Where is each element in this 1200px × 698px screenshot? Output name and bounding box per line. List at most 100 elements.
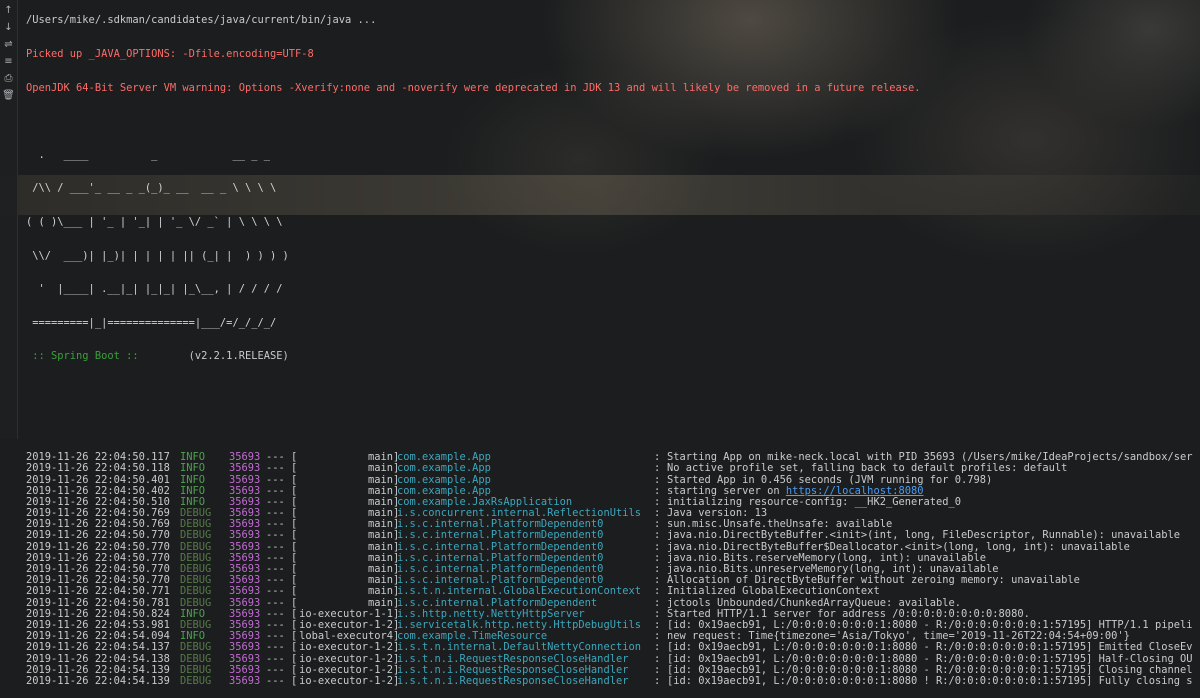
log-logger: i.s.c.internal.PlatformDependent <box>397 596 598 609</box>
log-timestamp: 2019-11-26 22:04:53.981 <box>26 618 170 631</box>
log-level: DEBUG <box>180 551 212 564</box>
log-thread: io-executor-1-2 <box>299 674 393 687</box>
log-logger: i.s.t.n.internal.DefaultNettyConnection <box>397 641 641 654</box>
log-level: INFO <box>180 462 206 475</box>
log-line: 2019-11-26 22:04:50.770 DEBUG 35693 --- [ma… <box>26 540 1200 553</box>
log-message-text: new request: Time{timezone='Asia/Tokyo',… <box>667 630 1130 643</box>
soft-wrap-icon[interactable]: ⇌ <box>3 39 14 50</box>
log-message-text: Initialized GlobalExecutionContext <box>667 585 880 598</box>
log-colon: : <box>654 630 661 643</box>
log-pid: 35693 <box>229 652 261 665</box>
log-message-text: jctools Unbounded/ChunkedArrayQueue: ava… <box>667 596 962 609</box>
log-timestamp: 2019-11-26 22:04:54.138 <box>26 652 170 665</box>
log-level: DEBUG <box>180 540 212 553</box>
log-pid: 35693 <box>229 507 261 520</box>
log-level: DEBUG <box>180 529 212 542</box>
log-logger: i.s.c.internal.PlatformDependent0 <box>397 540 604 553</box>
log-timestamp: 2019-11-26 22:04:50.770 <box>26 529 170 542</box>
log-level: DEBUG <box>180 663 212 676</box>
log-message-text: java.nio.DirectByteBuffer.<init>(int, lo… <box>667 529 1180 542</box>
log-timestamp: 2019-11-26 22:04:50.769 <box>26 507 170 520</box>
console-output[interactable]: /Users/mike/.sdkman/candidates/java/curr… <box>26 0 1200 687</box>
spring-boot-label: :: Spring Boot :: <box>26 350 145 363</box>
log-pid: 35693 <box>229 607 261 620</box>
log-logger: i.s.c.internal.PlatformDependent0 <box>397 574 604 587</box>
log-pid: 35693 <box>229 518 261 531</box>
log-timestamp: 2019-11-26 22:04:50.770 <box>26 574 170 587</box>
log-logger: com.example.App <box>397 462 491 475</box>
log-level: DEBUG <box>180 563 212 575</box>
log-level: DEBUG <box>180 507 212 520</box>
log-message-text: [id: 0x19aecb91, L:/0:0:0:0:0:0:0:1:8080… <box>667 674 1193 687</box>
log-colon: : <box>654 540 661 553</box>
spring-banner-line: =========|_|==============|___/=/_/_/_/ <box>26 316 277 329</box>
log-message-text: java.nio.Bits.unreserveMemory(long, int)… <box>667 563 999 575</box>
log-level: INFO <box>180 495 206 508</box>
log-line: 2019-11-26 22:04:50.770 DEBUG 35693 --- [ma… <box>26 574 1200 587</box>
log-level: DEBUG <box>180 518 212 531</box>
log-logger: i.s.concurrent.internal.ReflectionUtils <box>397 507 641 520</box>
log-line: 2019-11-26 22:04:50.510 INFO 35693 --- [mai… <box>26 495 1200 508</box>
log-message-text: [id: 0x19aecb91, L:/0:0:0:0:0:0:0:1:8080… <box>667 618 1193 631</box>
log-pid: 35693 <box>229 585 261 598</box>
log-colon: : <box>654 652 661 665</box>
log-logger: com.example.JaxRsApplication <box>397 495 573 508</box>
log-message-text: No active profile set, falling back to d… <box>667 462 1068 475</box>
log-logger: com.example.App <box>397 473 491 486</box>
log-level: INFO <box>180 630 206 643</box>
jvm-warning-line: OpenJDK 64-Bit Server VM warning: Option… <box>26 81 921 94</box>
print-icon[interactable]: ⎙ <box>3 73 14 84</box>
spring-banner-line: . ____ _ __ _ _ <box>26 148 270 161</box>
log-timestamp: 2019-11-26 22:04:50.770 <box>26 540 170 553</box>
log-message-text: java.nio.DirectByteBuffer$Deallocator.<i… <box>667 540 1130 553</box>
log-message-text: Starting App on mike-neck.local with PID… <box>667 451 1193 464</box>
log-timestamp: 2019-11-26 22:04:54.094 <box>26 630 170 643</box>
log-thread: main <box>367 451 393 464</box>
log-timestamp: 2019-11-26 22:04:50.771 <box>26 585 170 598</box>
log-colon: : <box>654 551 661 564</box>
log-timestamp: 2019-11-26 22:04:50.770 <box>26 563 170 575</box>
log-thread: main <box>367 507 393 520</box>
java-options-line: Picked up _JAVA_OPTIONS: -Dfile.encoding… <box>26 48 314 60</box>
log-colon: : <box>654 563 661 575</box>
localhost-link[interactable]: https://localhost:8080 <box>786 485 924 497</box>
log-colon: : <box>654 607 661 620</box>
log-level: INFO <box>180 484 206 497</box>
log-pid: 35693 <box>229 563 261 575</box>
log-colon: : <box>654 585 661 598</box>
java-command-line: /Users/mike/.sdkman/candidates/java/curr… <box>26 14 377 27</box>
log-pid: 35693 <box>229 473 261 486</box>
trash-icon[interactable]: 🗑 <box>2 90 15 101</box>
scroll-to-end-icon[interactable]: ≡ <box>3 56 14 67</box>
log-logger: i.s.c.internal.PlatformDependent0 <box>397 563 604 575</box>
log-thread: main <box>367 585 393 598</box>
arrow-up-icon[interactable]: ↑ <box>3 5 14 16</box>
log-thread: main <box>367 518 393 531</box>
log-timestamp: 2019-11-26 22:04:50.781 <box>26 596 170 609</box>
log-pid: 35693 <box>229 462 261 475</box>
log-pid: 35693 <box>229 495 261 508</box>
log-message-text: Started HTTP/1.1 server for address /0:0… <box>667 607 1030 620</box>
spring-banner-line: /\\ / ___'_ __ _ _(_)_ __ __ _ \ \ \ \ <box>26 182 277 195</box>
log-line: 2019-11-26 22:04:50.118 INFO 35693 --- [mai… <box>26 463 1200 474</box>
log-message-text: Java version: 13 <box>667 507 768 520</box>
console-toolbar: ↑ ↓ ⇌ ≡ ⎙ 🗑 <box>0 0 18 439</box>
log-thread: io-executor-1-1 <box>299 607 393 620</box>
log-message-text: [id: 0x19aecb91, L:/0:0:0:0:0:0:0:1:8080… <box>667 652 1193 665</box>
log-thread: main <box>367 529 393 542</box>
log-level: INFO <box>180 607 206 620</box>
log-timestamp: 2019-11-26 22:04:54.137 <box>26 641 170 654</box>
log-thread: main <box>367 551 393 564</box>
log-pid: 35693 <box>229 574 261 587</box>
log-pid: 35693 <box>229 674 261 687</box>
log-pid: 35693 <box>229 451 261 464</box>
log-lines: 2019-11-26 22:04:50.117 INFO 35693 --- [mai… <box>26 451 1200 687</box>
spring-banner-line: ( ( )\___ | '_ | '_| | '_ \/ _` | \ \ \ … <box>26 215 283 228</box>
log-thread: io-executor-1-2 <box>299 663 393 676</box>
log-message-text: sun.misc.Unsafe.theUnsafe: available <box>667 518 893 531</box>
arrow-down-icon[interactable]: ↓ <box>3 22 14 33</box>
log-logger: i.s.c.internal.PlatformDependent0 <box>397 518 604 531</box>
log-thread: lobal-executor4 <box>299 630 393 643</box>
log-logger: i.s.http.netty.NettyHttpServer <box>397 607 585 620</box>
log-line: 2019-11-26 22:04:50.401 INFO 35693 --- [mai… <box>26 473 1200 486</box>
